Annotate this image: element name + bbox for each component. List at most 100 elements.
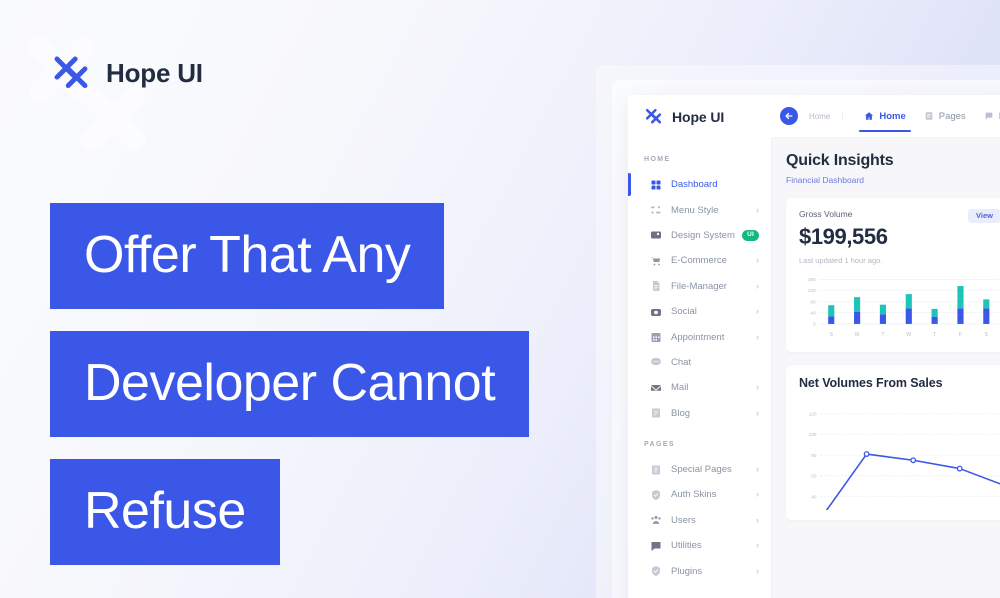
svg-text:W: W: [906, 332, 911, 338]
svg-text:80: 80: [810, 299, 816, 305]
svg-text:T: T: [933, 332, 936, 338]
svg-text:T: T: [881, 332, 884, 338]
gross-volume-bar-chart: 0 40 80 120 160 S M T W T F S: [799, 273, 1000, 342]
svg-text:160: 160: [808, 277, 816, 283]
users-icon: [651, 516, 661, 525]
chevron-right-icon: ›: [756, 306, 759, 317]
sidebar-item-label: Appointment: [671, 331, 725, 343]
svg-text:F: F: [959, 332, 962, 338]
chevron-right-icon: ›: [756, 255, 759, 266]
view-button[interactable]: View: [968, 209, 1000, 223]
svg-text:40: 40: [810, 311, 816, 317]
sidebar-item-mail[interactable]: Mail ›: [628, 375, 771, 400]
sidebar-item-chat[interactable]: Chat: [628, 350, 771, 375]
breadcrumb[interactable]: Home: [809, 111, 844, 121]
headline: Offer That Any Developer Cannot Refuse: [50, 203, 530, 587]
sidebar-item-menu-style[interactable]: Menu Style ›: [628, 197, 771, 222]
camera-icon: [651, 308, 661, 316]
dashboard-preview-window: Hope UI Home Home Pages HOME Dashboard M…: [628, 95, 1000, 598]
sidebar-section-title-pages: PAGES: [644, 440, 675, 448]
sidebar-item-label: Special Pages: [671, 464, 732, 476]
app-nav: Home Home Pages Eleme: [772, 95, 1000, 138]
sidebar-item-label: Chat: [671, 356, 692, 368]
sidebar-item-label: E-Commerce: [671, 255, 727, 267]
tab-pages[interactable]: Pages: [915, 95, 975, 138]
sidebar-item-label: Auth Skins: [671, 489, 717, 501]
headline-row: Refuse: [50, 459, 529, 565]
sidebar-item-utilities[interactable]: Utilities ›: [628, 533, 771, 558]
hope-ui-logo-icon: [54, 56, 88, 89]
brand-lockup: Hope UI: [50, 52, 203, 94]
chevron-right-icon: ›: [756, 514, 759, 525]
watermark-logo-icon: [28, 36, 147, 151]
app-sidebar: HOME Dashboard Menu Style › Design Syste…: [628, 138, 772, 598]
pages-icon: [925, 112, 933, 120]
sidebar-item-e-commerce[interactable]: E-Commerce ›: [628, 248, 771, 273]
sidebar-item-blog[interactable]: Blog ›: [628, 401, 771, 426]
headline-line-1: Offer That Any: [50, 203, 445, 309]
brand-name: Hope UI: [106, 57, 203, 88]
special-pages-icon: [652, 465, 660, 475]
chevron-right-icon: ›: [756, 565, 759, 576]
app-brand-name: Hope UI: [672, 108, 725, 125]
arrow-left-circle-icon[interactable]: [780, 107, 798, 125]
sidebar-item-design-system[interactable]: Design System UI: [628, 223, 771, 248]
sidebar-divider: [628, 426, 771, 435]
chevron-right-icon: ›: [756, 331, 759, 342]
svg-text:120: 120: [809, 411, 817, 417]
mail-icon: [651, 384, 661, 391]
sidebar-item-file-manager[interactable]: File-Manager ›: [628, 274, 771, 299]
sidebar-item-plugins[interactable]: Plugins ›: [628, 558, 771, 583]
chevron-right-icon: ›: [756, 464, 759, 475]
gross-volume-card: Gross Volume $199,556 Last updated 1 hou…: [786, 198, 1000, 352]
kpi-label: Gross Volume: [799, 209, 853, 219]
chat-icon: [651, 358, 661, 366]
tab-home[interactable]: Home: [855, 95, 914, 138]
plugins-icon: [652, 566, 660, 577]
chevron-right-icon: ›: [756, 407, 759, 418]
sidebar-item-users[interactable]: Users ›: [628, 508, 771, 533]
sidebar-item-label: Utilities: [671, 540, 702, 552]
blog-icon: [652, 408, 660, 418]
svg-text:M: M: [855, 332, 859, 338]
page-title: Quick Insights: [786, 152, 894, 169]
tab-elements[interactable]: Eleme: [975, 95, 1000, 138]
file-icon: [653, 281, 660, 292]
sidebar-item-label: Users: [671, 514, 696, 526]
net-volumes-line-chart: 40 60 80 100 120: [799, 398, 1000, 510]
sidebar-item-special-pages[interactable]: Special Pages ›: [628, 457, 771, 482]
svg-text:120: 120: [808, 288, 816, 294]
svg-text:100: 100: [809, 432, 817, 438]
svg-text:S: S: [985, 332, 989, 338]
sidebar-item-dashboard[interactable]: Dashboard: [628, 172, 771, 197]
shield-icon: [652, 489, 660, 500]
app-main-content: Quick Insights Financial Dashboard Gross…: [772, 138, 1000, 598]
svg-text:60: 60: [811, 473, 817, 479]
page-subtitle[interactable]: Financial Dashboard: [786, 175, 1000, 185]
sidebar-item-label: Menu Style: [671, 204, 719, 216]
headline-line-3: Refuse: [50, 459, 280, 565]
chevron-right-icon: ›: [756, 280, 759, 291]
svg-text:40: 40: [811, 494, 817, 500]
tab-home-label: Home: [879, 110, 906, 122]
app-brand[interactable]: Hope UI: [628, 95, 772, 138]
headline-line-2: Developer Cannot: [50, 331, 530, 437]
menu-style-icon: [651, 206, 661, 214]
grid-icon: [651, 180, 661, 190]
net-volumes-card: Net Volumes From Sales 40 60 80 100 120: [786, 364, 1000, 520]
sidebar-item-appointment[interactable]: Appointment ›: [628, 324, 771, 349]
chevron-right-icon: ›: [756, 204, 759, 215]
sidebar-section-title-home: HOME: [644, 156, 671, 163]
headline-row: Developer Cannot: [50, 331, 530, 437]
kpi-value: $199,556: [799, 224, 888, 249]
sidebar-item-auth-skins[interactable]: Auth Skins ›: [628, 482, 771, 507]
elements-icon: [985, 112, 993, 120]
sidebar-item-label: Design System: [671, 229, 735, 241]
sidebar-item-label: Social: [671, 306, 697, 318]
sidebar-item-label: Plugins: [671, 565, 703, 577]
sidebar-item-social[interactable]: Social ›: [628, 299, 771, 324]
calendar-icon: [651, 333, 661, 343]
status-badge: UI: [742, 229, 759, 241]
headline-row: Offer That Any: [50, 203, 529, 309]
svg-text:S: S: [830, 332, 834, 338]
